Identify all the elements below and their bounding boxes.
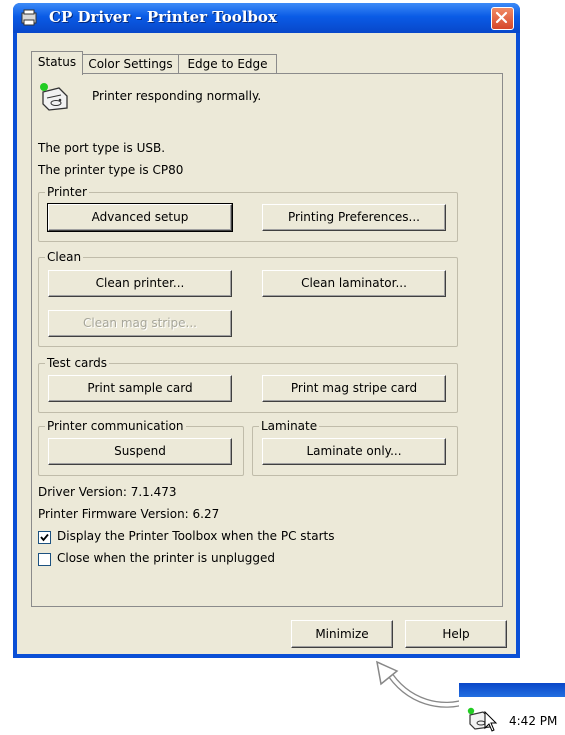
help-button[interactable]: Help — [405, 620, 507, 648]
mouse-cursor-icon — [484, 711, 498, 732]
tab-color-settings[interactable]: Color Settings — [82, 54, 179, 74]
clean-laminator-button[interactable]: Clean laminator... — [262, 270, 446, 297]
printer-icon — [21, 9, 37, 26]
laminate-group-legend: Laminate — [259, 419, 320, 433]
laminate-group: Laminate Laminate only... — [252, 419, 458, 476]
close-when-unplugged-checkbox[interactable] — [38, 553, 51, 566]
display-on-start-label[interactable]: Display the Printer Toolbox when the PC … — [57, 529, 334, 543]
laminate-only-button[interactable]: Laminate only... — [262, 438, 446, 465]
taskbar-tray: 4:42 PM — [459, 683, 565, 735]
tray-clock[interactable]: 4:42 PM — [509, 714, 557, 728]
port-type-text: The port type is USB. — [38, 141, 166, 155]
tab-edge-to-edge[interactable]: Edge to Edge — [178, 54, 277, 74]
clean-group-legend: Clean — [45, 250, 84, 264]
minimize-button[interactable]: Minimize — [291, 620, 393, 648]
close-when-unplugged-label[interactable]: Close when the printer is unplugged — [57, 551, 275, 565]
tray-area: 4:42 PM — [459, 697, 565, 735]
clean-mag-stripe-button: Clean mag stripe... — [48, 310, 232, 337]
clean-printer-button[interactable]: Clean printer... — [48, 270, 232, 297]
printer-communication-group-legend: Printer communication — [45, 419, 186, 433]
close-button[interactable] — [491, 7, 514, 30]
suspend-button[interactable]: Suspend — [48, 438, 232, 465]
printing-preferences-button[interactable]: Printing Preferences... — [262, 204, 446, 231]
curved-arrow-icon — [376, 660, 470, 708]
firmware-version-text: Printer Firmware Version: 6.27 — [38, 507, 220, 521]
window-title: CP Driver - Printer Toolbox — [49, 8, 277, 26]
title-bar[interactable]: CP Driver - Printer Toolbox — [13, 3, 520, 33]
test-cards-group: Test cards Print sample card Print mag s… — [38, 356, 458, 413]
printer-group-legend: Printer — [45, 185, 89, 199]
status-message: Printer responding normally. — [92, 89, 262, 103]
status-indicator-icon — [40, 83, 48, 91]
printer-communication-group: Printer communication Suspend — [38, 419, 244, 476]
printer-type-text: The printer type is CP80 — [38, 163, 184, 177]
close-icon — [495, 11, 508, 24]
advanced-setup-button[interactable]: Advanced setup — [47, 203, 233, 232]
driver-version-text: Driver Version: 7.1.473 — [38, 485, 177, 499]
printer-group: Printer Advanced setup Printing Preferen… — [38, 185, 458, 242]
printer-toolbox-window: CP Driver - Printer Toolbox Status Color… — [13, 3, 520, 658]
window-client-area: Status Color Settings Edge to Edge Print… — [17, 33, 516, 654]
print-mag-stripe-card-button[interactable]: Print mag stripe card — [262, 375, 446, 402]
checkmark-icon — [40, 533, 49, 542]
tab-status[interactable]: Status — [31, 51, 83, 75]
status-panel: Printer responding normally. The port ty… — [31, 73, 503, 607]
clean-group: Clean Clean printer... Clean laminator..… — [38, 250, 458, 347]
test-cards-group-legend: Test cards — [45, 356, 109, 370]
display-on-start-checkbox[interactable] — [38, 531, 51, 544]
print-sample-card-button[interactable]: Print sample card — [48, 375, 232, 402]
printer-status-icon — [40, 83, 68, 111]
